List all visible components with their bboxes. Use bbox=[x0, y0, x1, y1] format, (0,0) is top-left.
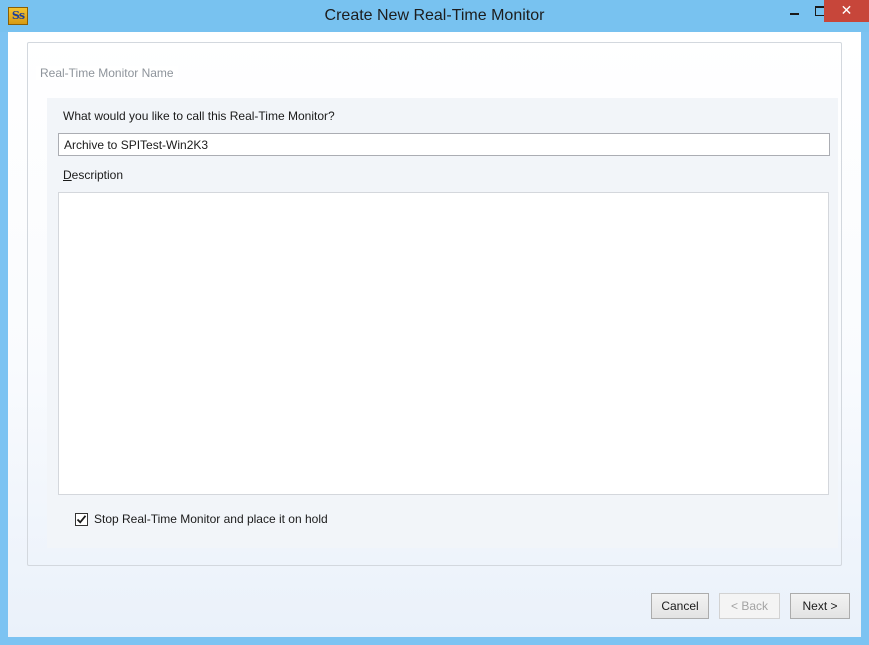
minimize-icon bbox=[789, 13, 799, 16]
wizard-window: Ss Create New Real-Time Monitor ✕ Real-T… bbox=[0, 0, 869, 645]
monitor-name-label: What would you like to call this Real-Ti… bbox=[63, 109, 335, 123]
checkmark-icon bbox=[76, 514, 87, 524]
hold-option[interactable]: Stop Real-Time Monitor and place it on h… bbox=[75, 511, 328, 527]
group-legend: Real-Time Monitor Name bbox=[36, 66, 178, 80]
hold-checkbox-label: Stop Real-Time Monitor and place it on h… bbox=[94, 512, 328, 526]
window-title: Create New Real-Time Monitor bbox=[324, 7, 545, 24]
minimize-button[interactable] bbox=[781, 0, 807, 22]
cancel-button[interactable]: Cancel bbox=[651, 593, 709, 619]
description-label: Description bbox=[63, 168, 123, 182]
hold-checkbox[interactable] bbox=[75, 512, 88, 526]
description-mnemonic: D bbox=[63, 168, 72, 182]
close-button[interactable]: ✕ bbox=[824, 0, 869, 22]
next-button[interactable]: Next > bbox=[790, 593, 850, 619]
description-textarea[interactable] bbox=[58, 192, 829, 495]
monitor-name-input[interactable] bbox=[58, 133, 830, 156]
close-icon: ✕ bbox=[840, 2, 853, 18]
back-button[interactable]: < Back bbox=[719, 593, 780, 619]
description-label-text: escription bbox=[71, 168, 124, 182]
title-bar[interactable]: Ss Create New Real-Time Monitor ✕ bbox=[0, 0, 869, 32]
